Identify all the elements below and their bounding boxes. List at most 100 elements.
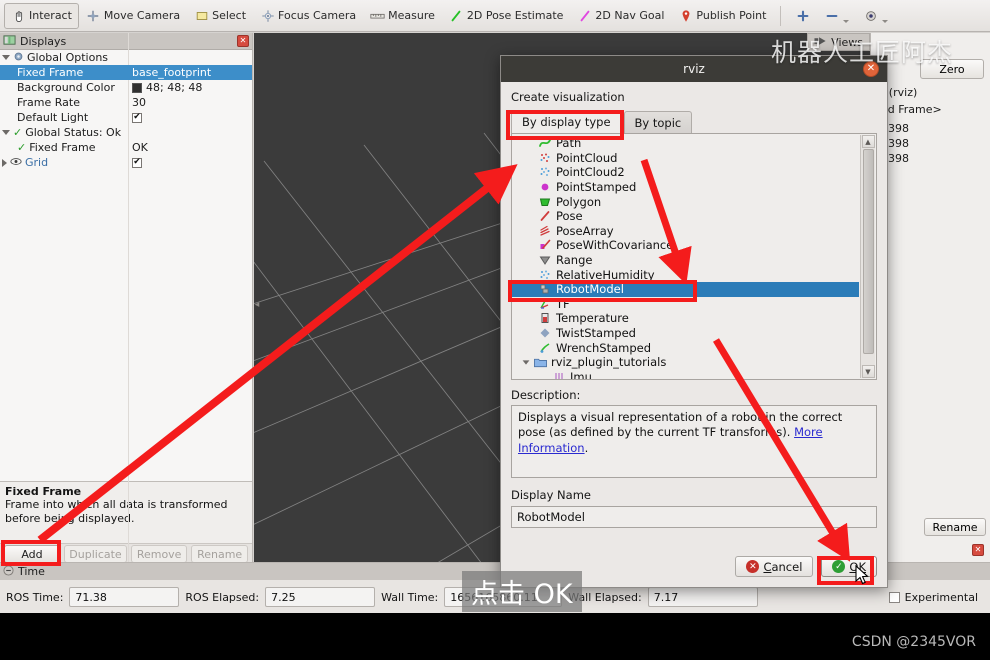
- tree-label: Global Status: Ok: [25, 126, 122, 139]
- panel-splitter-handle[interactable]: ◂: [254, 290, 260, 320]
- list-item-label: WrenchStamped: [556, 340, 652, 355]
- remove-display-button[interactable]: Remove: [130, 545, 188, 563]
- list-item-pointcloud[interactable]: PointCloud: [512, 151, 859, 166]
- experimental-toggle[interactable]: Experimental: [888, 591, 984, 604]
- tree-value-fixed-frame-status: OK: [132, 141, 148, 154]
- tree-row-frame-rate[interactable]: Frame Rate 30: [0, 95, 252, 110]
- cancel-button[interactable]: ✕ Cancel: [735, 556, 814, 577]
- list-item-range[interactable]: Range: [512, 253, 859, 268]
- display-name-label: Display Name: [511, 488, 591, 502]
- pose-estimate-icon: [449, 8, 464, 23]
- toolbar-measure-button[interactable]: Measure: [363, 3, 442, 29]
- toolbar-focus-camera-button[interactable]: Focus Camera: [253, 3, 363, 29]
- scrollbar-thumb[interactable]: [862, 149, 874, 354]
- wall-time-label: Wall Time:: [381, 590, 439, 604]
- list-item-pointstamped[interactable]: PointStamped: [512, 180, 859, 195]
- toolbar-plus-button[interactable]: [788, 3, 817, 29]
- tree-row-global-status[interactable]: ✓ Global Status: Ok: [0, 125, 252, 140]
- displays-close-icon[interactable]: ✕: [237, 35, 249, 47]
- default-light-checkbox[interactable]: ✔: [132, 112, 142, 123]
- expander-open-icon-time[interactable]: [3, 564, 14, 579]
- tree-row-global-options[interactable]: Global Options: [0, 50, 252, 65]
- chevron-down-icon-2[interactable]: [882, 20, 889, 23]
- toolbar-minus-button[interactable]: [817, 3, 856, 29]
- toolbar-2d-nav-goal-button[interactable]: 2D Nav Goal: [570, 3, 671, 29]
- list-item-pointcloud2[interactable]: PointCloud2: [512, 165, 859, 180]
- expander-open-icon-2[interactable]: [2, 130, 10, 135]
- tree-value-frame-rate: 30: [132, 96, 146, 109]
- scroll-up-arrow-icon[interactable]: ▲: [861, 135, 875, 148]
- rename-display-button[interactable]: Rename: [191, 545, 248, 563]
- views-row-2: ed Frame>: [881, 103, 942, 116]
- toolbar-publish-point-button[interactable]: Publish Point: [671, 3, 773, 29]
- list-item-posearray[interactable]: PoseArray: [512, 224, 859, 239]
- views-rename-button[interactable]: Rename: [924, 518, 986, 536]
- list-item-label: TwistStamped: [556, 326, 636, 341]
- duplicate-display-button[interactable]: Duplicate: [64, 545, 127, 563]
- pointcloud-icon: [538, 151, 551, 164]
- display-type-list[interactable]: Path PointCloud PointCloud2 PointStamped: [511, 133, 877, 380]
- list-item-pose[interactable]: Pose: [512, 209, 859, 224]
- tree-label: Default Light: [17, 111, 89, 124]
- check-icon: ✓: [13, 126, 23, 139]
- toolbar-select-label: Select: [212, 9, 247, 22]
- tree-row-default-light[interactable]: Default Light ✔: [0, 110, 252, 125]
- list-item-twiststamped[interactable]: TwistStamped: [512, 326, 859, 341]
- tree-label: Frame Rate: [17, 96, 80, 109]
- expander-open-icon[interactable]: [2, 55, 10, 60]
- toolbar-camera-button[interactable]: [856, 3, 895, 29]
- tree-row-fixed-frame[interactable]: Fixed Frame base_footprint: [0, 65, 252, 80]
- tree-row-grid[interactable]: Grid ✔: [0, 155, 252, 170]
- check-icon-2: ✓: [17, 141, 27, 154]
- displays-panel: Displays ✕ Global Options Fixed Frame ba…: [0, 33, 253, 564]
- expander-open-icon-group[interactable]: [522, 360, 530, 365]
- list-item-posewithcovariance[interactable]: PoseWithCovariance: [512, 238, 859, 253]
- toolbar-2d-nav-goal-label: 2D Nav Goal: [595, 9, 665, 22]
- scroll-down-arrow-icon[interactable]: ▼: [861, 365, 875, 378]
- views-row-0: t (rviz): [881, 86, 918, 99]
- displays-property-tree[interactable]: Global Options Fixed Frame base_footprin…: [0, 33, 252, 562]
- expander-closed-icon[interactable]: [2, 158, 7, 167]
- toolbar-move-camera-button[interactable]: Move Camera: [79, 3, 187, 29]
- list-item-label: Pose: [556, 209, 583, 224]
- watermark-click-ok: 点击 OK: [462, 571, 582, 612]
- folder-icon: [534, 356, 547, 369]
- dialog-title: rviz: [683, 62, 705, 76]
- wall-elapsed-field[interactable]: 7.17: [647, 587, 758, 607]
- tree-row-background-color[interactable]: Background Color 48; 48; 48: [0, 80, 252, 95]
- views-row-5: 5398: [881, 122, 909, 135]
- tree-value-fixed-frame: base_footprint: [132, 66, 212, 79]
- plus-icon: [795, 8, 810, 23]
- list-scrollbar[interactable]: ▲ ▼: [860, 135, 875, 378]
- list-group-rviz-plugin-tutorials[interactable]: rviz_plugin_tutorials: [512, 355, 859, 370]
- toolbar-2d-pose-estimate-button[interactable]: 2D Pose Estimate: [442, 3, 571, 29]
- tree-value-default-light: ✔: [128, 112, 252, 123]
- property-description-title: Fixed Frame: [5, 485, 82, 498]
- tree-label: Global Options: [27, 51, 109, 64]
- toolbar-select-button[interactable]: Select: [187, 3, 253, 29]
- toolbar-move-camera-label: Move Camera: [103, 9, 181, 22]
- pointstamped-icon: [538, 181, 551, 194]
- chevron-down-icon[interactable]: [843, 20, 850, 23]
- tab-by-topic[interactable]: By topic: [623, 111, 693, 134]
- list-item-wrenchstamped[interactable]: WrenchStamped: [512, 340, 859, 355]
- display-name-input[interactable]: RobotModel: [511, 506, 877, 528]
- description-label: Description:: [511, 388, 581, 402]
- ros-time-field[interactable]: 71.38: [69, 587, 180, 607]
- list-item-polygon[interactable]: Polygon: [512, 194, 859, 209]
- tree-label-grid: Grid: [25, 156, 49, 169]
- toolbar-interact-button[interactable]: Interact: [4, 2, 79, 29]
- list-item-label: PoseArray: [556, 223, 614, 238]
- experimental-checkbox[interactable]: [888, 591, 900, 603]
- ros-elapsed-field[interactable]: 7.25: [265, 587, 376, 607]
- annotation-box-by-display-type: [506, 110, 624, 140]
- grid-checkbox[interactable]: ✔: [132, 157, 142, 168]
- color-swatch[interactable]: [132, 82, 142, 93]
- views-close-icon[interactable]: ✕: [972, 544, 984, 556]
- list-item-imu[interactable]: Imu: [512, 370, 859, 379]
- watermark-csdn: CSDN @2345VOR: [851, 634, 976, 650]
- polygon-icon: [538, 195, 551, 208]
- ros-elapsed-label: ROS Elapsed:: [185, 590, 260, 604]
- tree-row-fixed-frame-status[interactable]: ✓ Fixed Frame OK: [0, 140, 252, 155]
- list-item-temperature[interactable]: Temperature: [512, 311, 859, 326]
